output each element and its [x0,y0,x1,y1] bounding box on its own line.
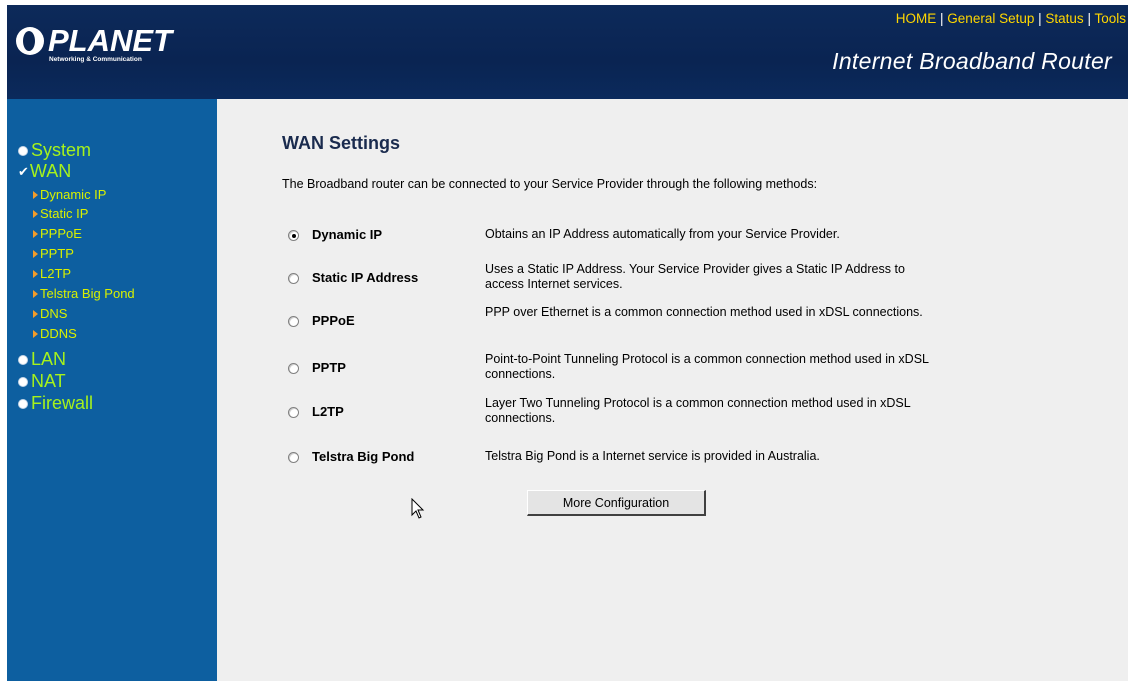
sidebar-item-label: Firewall [31,393,94,413]
brand-name: PLANET [48,23,172,58]
intro-text: The Broadband router can be connected to… [282,177,818,191]
arrow-right-icon [33,209,38,218]
sidebar-item-label: WAN [29,161,72,181]
sidebar-item-firewall[interactable]: Firewall [18,393,93,414]
product-title: Internet Broadband Router [832,48,1112,74]
sidebar-subitem-telstra-big-pond[interactable]: Telstra Big Pond [33,286,135,301]
option-description: Layer Two Tunneling Protocol is a common… [485,396,911,425]
sidebar-subitem-l2tp[interactable]: L2TP [33,266,71,281]
sidebar-menu: System ✔ WAN Dynamic IP Static IP PPPoE … [7,99,217,681]
main-content: WAN Settings The Broadband router can be… [217,99,1128,681]
option-description: Point-to-Point Tunneling Protocol is a c… [485,352,929,381]
nav-separator: | [1087,11,1091,26]
sidebar-subitem-label: DNS [40,306,68,321]
radio-pptp[interactable] [288,363,299,374]
nav-tools-link[interactable]: Tools [1094,11,1126,26]
sidebar-subitem-pppoe[interactable]: PPPoE [33,226,82,241]
arrow-right-icon [33,289,38,298]
nav-home-link[interactable]: HOME [896,11,937,26]
option-description: PPP over Ethernet is a common connection… [485,305,923,319]
sidebar-subitem-label: DDNS [40,326,77,341]
brand-tagline: Networking & Communication [49,56,142,63]
sidebar-subitem-label: Static IP [40,206,89,221]
sidebar-subitem-dynamic-ip[interactable]: Dynamic IP [33,187,106,202]
option-label[interactable]: L2TP [312,404,344,419]
sidebar-item-wan[interactable]: ✔ WAN [18,161,71,182]
option-label[interactable]: Dynamic IP [312,227,382,242]
sidebar-subitem-dns[interactable]: DNS [33,306,67,321]
arrow-right-icon [33,329,38,338]
sidebar-item-lan[interactable]: LAN [18,349,66,370]
bullet-icon [18,354,28,365]
option-label[interactable]: Static IP Address [312,270,418,285]
sidebar-subitem-pptp[interactable]: PPTP [33,246,74,261]
option-description: Telstra Big Pond is a Internet service i… [485,449,820,463]
sidebar-subitem-ddns[interactable]: DDNS [33,326,77,341]
planet-logo[interactable]: PLANET Networking & Communication [16,23,176,73]
radio-l2tp[interactable] [288,407,299,418]
bullet-icon [18,398,28,409]
option-description: Obtains an IP Address automatically from… [485,227,840,241]
sidebar-item-nat[interactable]: NAT [18,371,66,392]
arrow-right-icon [33,309,38,318]
arrow-right-icon [33,269,38,278]
sidebar-item-system[interactable]: System [18,140,91,161]
arrow-right-icon [33,229,38,238]
sidebar-subitem-label: PPTP [40,246,74,261]
mouse-pointer-icon [411,498,425,519]
checkmark-icon: ✔ [18,163,29,179]
bullet-icon [18,376,28,387]
nav-separator: | [1038,11,1042,26]
sidebar-item-label: NAT [31,371,66,391]
option-label[interactable]: PPPoE [312,313,355,328]
sidebar-subitem-label: L2TP [40,266,72,281]
nav-status-link[interactable]: Status [1045,11,1083,26]
header-banner: PLANET Networking & Communication HOME |… [7,5,1128,99]
sidebar-item-label: LAN [31,349,67,369]
arrow-right-icon [33,190,38,199]
page-title: WAN Settings [282,133,401,153]
sidebar-subitem-label: Telstra Big Pond [40,286,135,301]
option-label[interactable]: Telstra Big Pond [312,449,414,464]
top-nav: HOME | General Setup | Status | Tools [896,11,1126,26]
option-label[interactable]: PPTP [312,360,346,375]
radio-telstra-big-pond[interactable] [288,452,299,463]
bullet-icon [18,145,28,156]
sidebar-item-label: System [31,140,92,160]
radio-dynamic-ip[interactable] [288,230,299,241]
radio-static-ip[interactable] [288,273,299,284]
globe-icon [16,27,44,55]
radio-pppoe[interactable] [288,316,299,327]
nav-general-setup-link[interactable]: General Setup [947,11,1034,26]
sidebar-subitem-label: PPPoE [40,226,82,241]
sidebar-subitem-static-ip[interactable]: Static IP [33,206,88,221]
more-configuration-button[interactable]: More Configuration [527,490,706,516]
sidebar-subitem-label: Dynamic IP [40,187,107,202]
option-description: Uses a Static IP Address. Your Service P… [485,262,905,291]
nav-separator: | [940,11,944,26]
arrow-right-icon [33,249,38,258]
